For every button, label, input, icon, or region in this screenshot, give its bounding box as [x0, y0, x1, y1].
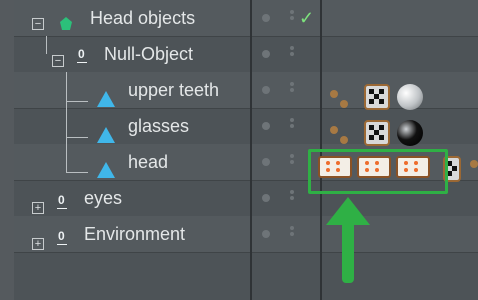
enabled-checkmark[interactable]: ✓	[299, 8, 314, 29]
polygon-object-icon	[60, 17, 72, 30]
tree-line	[66, 137, 88, 138]
null-object-icon: 0	[57, 229, 67, 245]
phong-tag-icon[interactable]	[340, 100, 348, 108]
highlight-box	[308, 149, 448, 194]
phong-tag-icon[interactable]	[340, 136, 348, 144]
visibility-dot[interactable]	[262, 230, 270, 238]
texture-tag-icon[interactable]	[364, 84, 390, 110]
tree-line	[66, 172, 88, 173]
polygon-object-icon	[97, 162, 115, 178]
render-visibility-dots[interactable]	[290, 46, 294, 62]
tree-line	[66, 72, 67, 172]
render-visibility-dots[interactable]	[290, 190, 294, 206]
expand-icon[interactable]: +	[32, 202, 44, 214]
texture-tag-icon[interactable]	[364, 120, 390, 146]
expand-icon[interactable]: +	[32, 238, 44, 250]
visibility-dot[interactable]	[262, 194, 270, 202]
null-object-icon: 0	[77, 47, 87, 63]
material-sphere-icon[interactable]	[397, 84, 423, 110]
row-label: eyes	[84, 188, 123, 208]
visibility-dot[interactable]	[262, 86, 270, 94]
collapse-icon[interactable]: −	[52, 55, 64, 67]
visibility-dot[interactable]	[262, 50, 270, 58]
row-label: upper teeth	[128, 80, 220, 100]
row-label: glasses	[128, 116, 190, 136]
visibility-dot[interactable]	[262, 158, 270, 166]
phong-tag-icon[interactable]	[470, 160, 478, 168]
render-visibility-dots[interactable]	[290, 82, 294, 98]
row-label: head	[128, 152, 169, 172]
null-object-icon: 0	[57, 193, 67, 209]
visibility-dot[interactable]	[262, 14, 270, 22]
polygon-object-icon	[97, 127, 115, 143]
material-sphere-icon[interactable]	[397, 120, 423, 146]
row-label: Head objects	[90, 8, 196, 28]
phong-tag-icon[interactable]	[330, 90, 338, 98]
row-label: Null-Object	[104, 44, 194, 64]
render-visibility-dots[interactable]	[290, 226, 294, 242]
row-label: Environment	[84, 224, 186, 244]
render-visibility-dots[interactable]	[290, 10, 294, 26]
render-visibility-dots[interactable]	[290, 118, 294, 134]
phong-tag-icon[interactable]	[330, 126, 338, 134]
tree-line	[46, 36, 47, 54]
visibility-dot[interactable]	[262, 122, 270, 130]
tree-line	[66, 101, 88, 102]
tree-row-head-objects[interactable]	[14, 0, 478, 37]
up-arrow-icon	[342, 223, 354, 283]
render-visibility-dots[interactable]	[290, 154, 294, 170]
up-arrow-icon	[326, 197, 370, 225]
collapse-icon[interactable]: −	[32, 18, 44, 30]
polygon-object-icon	[97, 91, 115, 107]
column-divider[interactable]	[250, 0, 252, 300]
